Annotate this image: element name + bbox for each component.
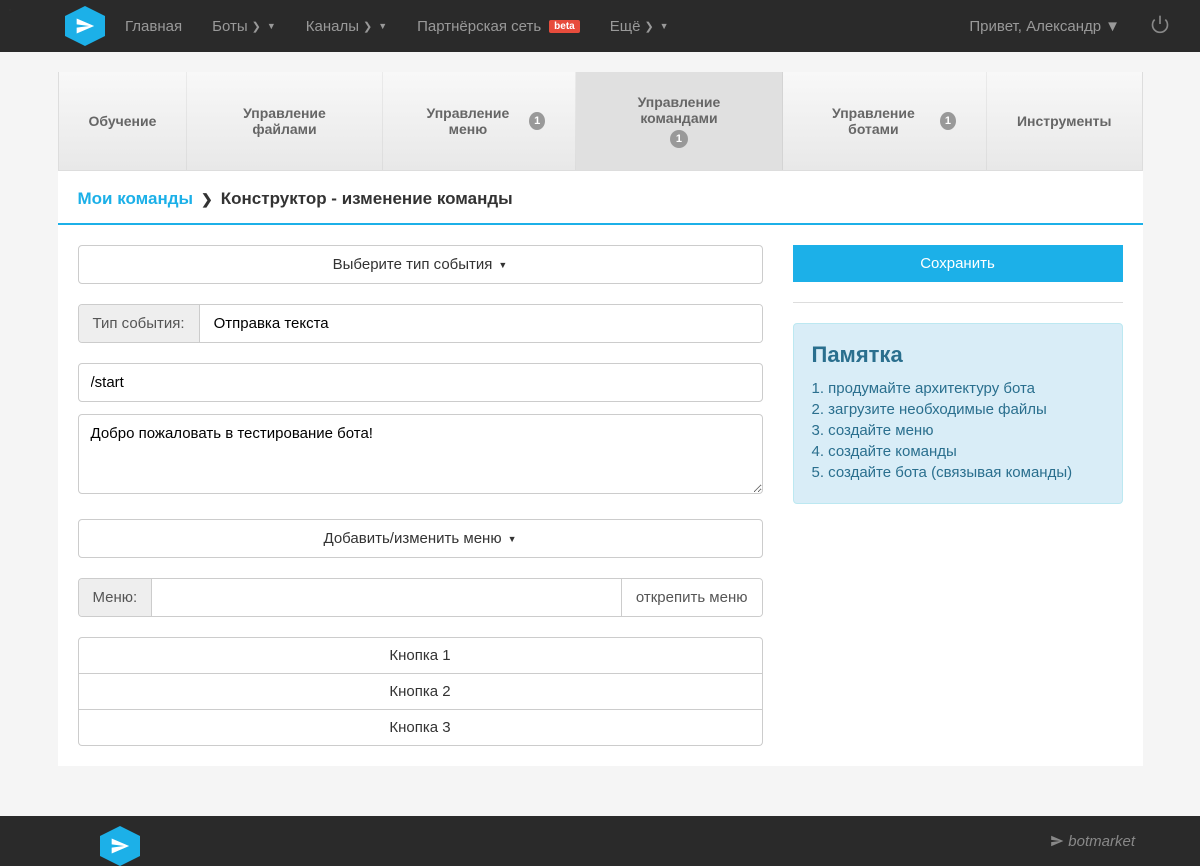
beta-badge: beta	[549, 20, 580, 33]
chevron-right-icon: ❯	[644, 20, 653, 33]
nav-bots[interactable]: Боты ❯ ▼	[212, 18, 276, 35]
footer-logo[interactable]	[100, 826, 140, 866]
caret-down-icon: ▼	[498, 260, 507, 270]
tab-bots-label: Управление ботами	[813, 105, 934, 137]
command-input[interactable]	[78, 363, 763, 402]
menu-value-input[interactable]	[152, 579, 621, 616]
footer: botmarket	[0, 816, 1200, 866]
page-container: Обучение Управление файлами Управление м…	[58, 72, 1143, 766]
user-greeting-text: Привет, Александр	[969, 18, 1101, 35]
chevron-right-icon: ❯	[252, 20, 261, 33]
nav-more[interactable]: Ещё ❯ ▼	[610, 18, 669, 35]
side-column: Сохранить Памятка 1. продумайте архитект…	[793, 245, 1123, 746]
hint-title: Памятка	[812, 342, 1104, 368]
event-type-dropdown[interactable]: Выберите тип события ▼	[78, 245, 763, 284]
tab-menu-label: Управление меню	[413, 105, 524, 137]
footer-brand: botmarket	[1050, 833, 1135, 850]
tab-commands-label: Управление командами	[606, 94, 752, 126]
event-type-dropdown-label: Выберите тип события	[333, 256, 493, 273]
nav-partner[interactable]: Партнёрская сеть beta	[417, 18, 580, 35]
tab-menu-badge: 1	[529, 112, 545, 130]
save-button[interactable]: Сохранить	[793, 245, 1123, 282]
menu-dropdown-label: Добавить/изменить меню	[324, 530, 502, 547]
breadcrumb-current: Конструктор - изменение команды	[221, 189, 513, 209]
chevron-right-icon: ❯	[363, 20, 372, 33]
hint-item: 3. создайте меню	[812, 422, 1104, 439]
nav-channels[interactable]: Каналы ❯ ▼	[306, 18, 387, 35]
hint-list: 1. продумайте архитектуру бота 2. загруз…	[812, 380, 1104, 481]
button-list: Кнопка 1 Кнопка 2 Кнопка 3	[78, 637, 763, 746]
caret-down-icon: ▼	[1105, 18, 1120, 35]
nav-channels-label: Каналы	[306, 18, 359, 35]
breadcrumb-link[interactable]: Мои команды	[78, 189, 194, 209]
event-type-value[interactable]	[200, 305, 762, 342]
tab-tools[interactable]: Инструменты	[987, 72, 1142, 170]
event-type-group: Тип события:	[78, 304, 763, 343]
menu-dropdown[interactable]: Добавить/изменить меню ▼	[78, 519, 763, 558]
footer-brand-text: botmarket	[1068, 833, 1135, 850]
breadcrumb: Мои команды ❯ Конструктор - изменение ко…	[58, 171, 1143, 225]
tab-menu[interactable]: Управление меню 1	[383, 72, 577, 170]
paper-plane-icon	[75, 16, 95, 36]
user-menu[interactable]: Привет, Александр ▼	[969, 18, 1120, 35]
tab-training[interactable]: Обучение	[59, 72, 188, 170]
tab-commands-badge: 1	[670, 130, 688, 148]
logo[interactable]	[65, 6, 105, 46]
caret-down-icon: ▼	[267, 21, 276, 31]
power-icon	[1150, 14, 1170, 34]
caret-down-icon: ▼	[508, 534, 517, 544]
menu-addon-label: Меню:	[79, 579, 153, 616]
list-item[interactable]: Кнопка 2	[78, 674, 763, 710]
header-right: Привет, Александр ▼	[969, 14, 1170, 39]
tab-commands[interactable]: Управление командами 1	[576, 72, 783, 170]
chevron-right-icon: ❯	[201, 191, 213, 208]
detach-menu-button[interactable]: открепить меню	[621, 579, 762, 616]
nav-home[interactable]: Главная	[125, 18, 182, 35]
message-textarea[interactable]	[78, 414, 763, 494]
list-item[interactable]: Кнопка 1	[78, 637, 763, 674]
tab-bots-badge: 1	[940, 112, 956, 130]
top-nav: Главная Боты ❯ ▼ Каналы ❯ ▼ Партнёрская …	[0, 0, 1200, 52]
main-column: Выберите тип события ▼ Тип события: Доба…	[78, 245, 763, 746]
caret-down-icon: ▼	[660, 21, 669, 31]
hint-item: 5. создайте бота (связывая команды)	[812, 464, 1104, 481]
content: Выберите тип события ▼ Тип события: Доба…	[58, 225, 1143, 766]
tabs: Обучение Управление файлами Управление м…	[58, 72, 1143, 171]
paper-plane-icon	[110, 836, 130, 856]
menu-group: Меню: открепить меню	[78, 578, 763, 617]
list-item[interactable]: Кнопка 3	[78, 710, 763, 746]
paper-plane-icon	[1050, 834, 1064, 848]
nav-partner-label: Партнёрская сеть	[417, 18, 541, 35]
hint-item: 4. создайте команды	[812, 443, 1104, 460]
event-type-addon-label: Тип события:	[79, 305, 200, 342]
hint-item: 1. продумайте архитектуру бота	[812, 380, 1104, 397]
tab-bots[interactable]: Управление ботами 1	[783, 72, 987, 170]
divider	[793, 302, 1123, 303]
nav-bots-label: Боты	[212, 18, 248, 35]
hint-item: 2. загрузите необходимые файлы	[812, 401, 1104, 418]
tab-files[interactable]: Управление файлами	[187, 72, 382, 170]
nav-links: Главная Боты ❯ ▼ Каналы ❯ ▼ Партнёрская …	[125, 18, 969, 35]
hint-box: Памятка 1. продумайте архитектуру бота 2…	[793, 323, 1123, 504]
caret-down-icon: ▼	[378, 21, 387, 31]
logout-button[interactable]	[1150, 14, 1170, 39]
nav-more-label: Ещё	[610, 18, 641, 35]
